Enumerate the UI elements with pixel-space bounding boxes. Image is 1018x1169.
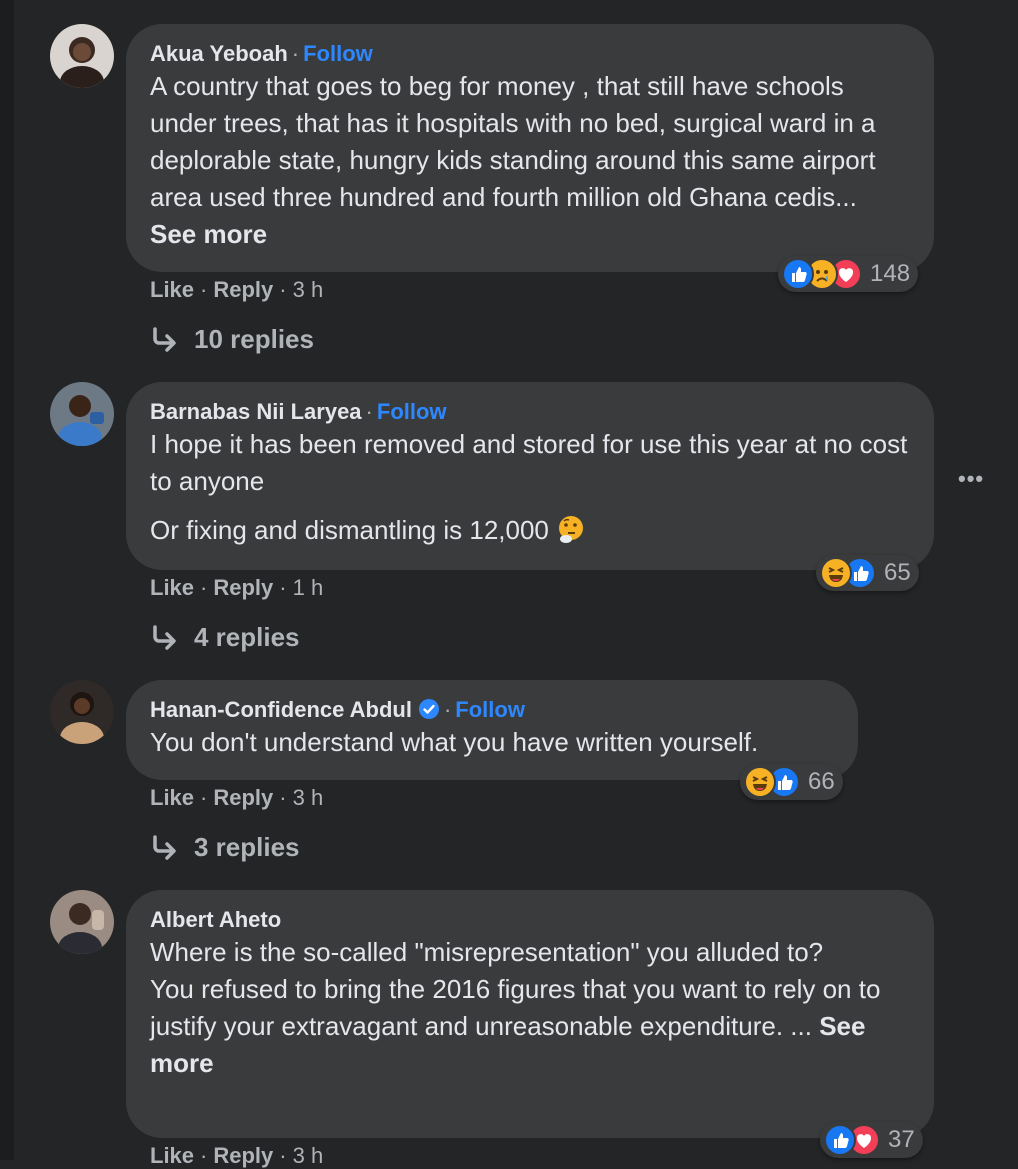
comment-text-content: You refused to bring the 2016 figures th…	[150, 974, 881, 1041]
reaction-summary[interactable]: 65	[816, 555, 919, 591]
comment-author[interactable]: Akua Yeboah	[150, 41, 288, 66]
reaction-summary[interactable]: 66	[740, 764, 843, 800]
separator-dot: ·	[200, 575, 208, 600]
like-button[interactable]: Like	[150, 785, 194, 810]
timestamp[interactable]: 3 h	[293, 277, 324, 302]
separator-dot: ·	[200, 785, 208, 810]
view-replies-button[interactable]: 10 replies	[150, 324, 314, 355]
separator-dot: ·	[443, 697, 452, 722]
follow-button[interactable]: Follow	[377, 399, 447, 424]
reaction-count: 65	[884, 559, 911, 586]
follow-button[interactable]: Follow	[303, 41, 373, 66]
comment-author[interactable]: Albert Aheto	[150, 907, 281, 932]
separator-dot: ·	[279, 1143, 287, 1168]
separator-dot: ·	[279, 575, 287, 600]
reply-arrow-icon	[153, 624, 176, 650]
comment-text-content: You refused to bring the 2016 figures th…	[150, 971, 910, 1082]
like-icon	[824, 1124, 856, 1156]
thinking-face-icon	[558, 516, 583, 543]
reply-button[interactable]: Reply	[213, 785, 273, 810]
replies-label: 3 replies	[194, 832, 300, 862]
view-replies-button[interactable]: 3 replies	[150, 832, 300, 863]
timestamp[interactable]: 1 h	[293, 575, 324, 600]
reply-arrow-icon	[153, 834, 176, 860]
comment-actions: Like · Reply · 3 h	[150, 785, 323, 811]
comment-text-content: Or fixing and dismantling is 12,000	[150, 515, 549, 545]
comment-bubble: Hanan-Confidence Abdul · Follow You don't …	[126, 680, 858, 780]
like-button[interactable]: Like	[150, 277, 194, 302]
view-replies-button[interactable]: 4 replies	[150, 622, 300, 653]
left-rail	[0, 0, 14, 1160]
comment-text: You don't understand what you have writt…	[150, 727, 759, 757]
replies-label: 10 replies	[194, 324, 314, 354]
see-more-link[interactable]: See more	[150, 219, 267, 249]
comment-author[interactable]: Barnabas Nii Laryea	[150, 399, 362, 424]
timestamp[interactable]: 3 h	[293, 785, 324, 810]
comment-actions: Like · Reply · 3 h	[150, 1143, 323, 1169]
reply-button[interactable]: Reply	[213, 277, 273, 302]
separator-dot: ·	[279, 277, 287, 302]
like-button[interactable]: Like	[150, 575, 194, 600]
like-button[interactable]: Like	[150, 1143, 194, 1168]
comment-actions: Like · Reply · 3 h	[150, 277, 323, 303]
comment-paragraph: I hope it has been removed and stored fo…	[150, 429, 908, 496]
separator-dot: ·	[200, 1143, 208, 1168]
comment-text-content: A country that goes to beg for money , t…	[150, 71, 876, 212]
separator-dot: ·	[365, 399, 373, 424]
reply-button[interactable]: Reply	[213, 575, 273, 600]
separator-dot: ·	[291, 41, 300, 66]
comment-bubble: Albert Aheto Where is the so-called "mis…	[126, 890, 934, 1138]
timestamp[interactable]: 3 h	[293, 1143, 324, 1168]
reaction-summary[interactable]: 148	[778, 256, 919, 292]
comment-text: Where is the so-called "misrepresentatio…	[150, 934, 910, 1082]
reaction-count: 148	[870, 260, 911, 287]
comment-actions: Like · Reply · 1 h	[150, 575, 323, 601]
comment-text-content: Where is the so-called "misrepresentatio…	[150, 937, 824, 967]
reaction-count: 66	[808, 768, 835, 795]
avatar[interactable]	[50, 382, 114, 446]
reaction-summary[interactable]: 37	[820, 1122, 923, 1158]
avatar[interactable]	[50, 680, 114, 744]
separator-dot: ·	[279, 785, 287, 810]
comment-bubble: Akua Yeboah · Follow A country that goes t…	[126, 24, 934, 272]
separator-dot: ·	[200, 277, 208, 302]
comment-bubble: Barnabas Nii Laryea · Follow I hope it has…	[126, 382, 934, 570]
more-options-icon[interactable]: •••	[958, 466, 984, 492]
avatar[interactable]	[50, 890, 114, 954]
like-icon	[782, 258, 814, 290]
haha-icon	[744, 766, 776, 798]
follow-button[interactable]: Follow	[455, 697, 525, 722]
reply-button[interactable]: Reply	[213, 1143, 273, 1168]
comment-author[interactable]: Hanan-Confidence Abdul	[150, 697, 412, 722]
haha-icon	[820, 557, 852, 589]
comment-text: I hope it has been removed and stored fo…	[150, 426, 910, 549]
replies-label: 4 replies	[194, 622, 300, 652]
verified-badge-icon	[418, 699, 439, 719]
comment-text: A country that goes to beg for money , t…	[150, 68, 910, 253]
comment-paragraph: Or fixing and dismantling is 12,000	[150, 512, 910, 549]
reply-arrow-icon	[153, 326, 176, 352]
avatar[interactable]	[50, 24, 114, 88]
reaction-count: 37	[888, 1126, 915, 1153]
